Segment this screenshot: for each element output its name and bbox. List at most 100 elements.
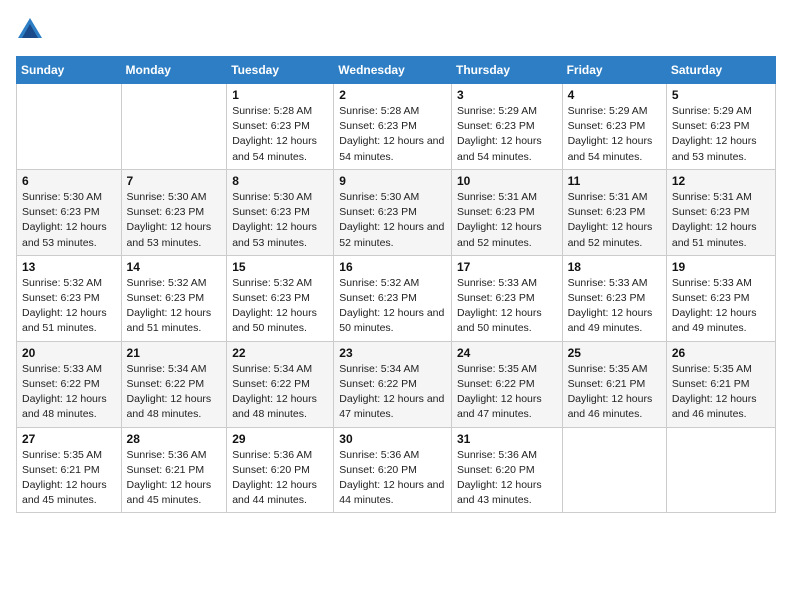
day-info: Sunrise: 5:36 AMSunset: 6:21 PMDaylight:… xyxy=(127,448,222,509)
calendar-cell xyxy=(562,427,666,513)
calendar-cell: 31 Sunrise: 5:36 AMSunset: 6:20 PMDayligh… xyxy=(451,427,562,513)
calendar-cell: 6Sunrise: 5:30 AMSunset: 6:23 PMDaylight… xyxy=(17,169,122,255)
calendar-cell: 2 Sunrise: 5:28 AMSunset: 6:23 PMDaylight… xyxy=(334,84,452,170)
day-number: 17 xyxy=(457,260,557,274)
day-info: Sunrise: 5:36 AMSunset: 6:20 PMDaylight:… xyxy=(232,448,328,509)
calendar-cell: 12 Sunrise: 5:31 AMSunset: 6:23 PMDayligh… xyxy=(666,169,775,255)
calendar-cell: 22 Sunrise: 5:34 AMSunset: 6:22 PMDayligh… xyxy=(227,341,334,427)
day-number: 31 xyxy=(457,432,557,446)
calendar-cell: 3Sunrise: 5:29 AMSunset: 6:23 PMDaylight… xyxy=(451,84,562,170)
weekday-header-saturday: Saturday xyxy=(666,57,775,84)
calendar-cell: 11 Sunrise: 5:31 AMSunset: 6:23 PMDayligh… xyxy=(562,169,666,255)
day-number: 30 xyxy=(339,432,446,446)
calendar-cell: 21 Sunrise: 5:34 AMSunset: 6:22 PMDayligh… xyxy=(121,341,227,427)
day-number: 20 xyxy=(22,346,116,360)
day-info: Sunrise: 5:34 AMSunset: 6:22 PMDaylight:… xyxy=(339,362,446,423)
calendar-cell: 18Sunrise: 5:33 AMSunset: 6:23 PMDayligh… xyxy=(562,255,666,341)
day-number: 10 xyxy=(457,174,557,188)
day-number: 2 xyxy=(339,88,446,102)
calendar-cell xyxy=(121,84,227,170)
day-number: 26 xyxy=(672,346,770,360)
calendar-week-1: 1 Sunrise: 5:28 AMSunset: 6:23 PMDaylight… xyxy=(17,84,776,170)
weekday-header-wednesday: Wednesday xyxy=(334,57,452,84)
day-number: 4 xyxy=(568,88,661,102)
day-number: 28 xyxy=(127,432,222,446)
weekday-header-sunday: Sunday xyxy=(17,57,122,84)
calendar-cell: 10 Sunrise: 5:31 AMSunset: 6:23 PMDayligh… xyxy=(451,169,562,255)
day-number: 19 xyxy=(672,260,770,274)
calendar-cell xyxy=(666,427,775,513)
day-number: 9 xyxy=(339,174,446,188)
day-number: 15 xyxy=(232,260,328,274)
day-number: 8 xyxy=(232,174,328,188)
calendar-cell: 20 Sunrise: 5:33 AMSunset: 6:22 PMDayligh… xyxy=(17,341,122,427)
day-info: Sunrise: 5:29 AMSunset: 6:23 PMDaylight:… xyxy=(457,104,557,165)
day-info: Sunrise: 5:35 AMSunset: 6:21 PMDaylight:… xyxy=(22,448,116,509)
day-info: Sunrise: 5:31 AMSunset: 6:23 PMDaylight:… xyxy=(457,190,557,251)
day-number: 22 xyxy=(232,346,328,360)
day-info: Sunrise: 5:34 AMSunset: 6:22 PMDaylight:… xyxy=(232,362,328,423)
weekday-header-tuesday: Tuesday xyxy=(227,57,334,84)
day-number: 21 xyxy=(127,346,222,360)
day-number: 5 xyxy=(672,88,770,102)
calendar-week-5: 27 Sunrise: 5:35 AMSunset: 6:21 PMDayligh… xyxy=(17,427,776,513)
day-info: Sunrise: 5:32 AMSunset: 6:23 PMDaylight:… xyxy=(232,276,328,337)
day-number: 23 xyxy=(339,346,446,360)
calendar-cell: 26 Sunrise: 5:35 AMSunset: 6:21 PMDayligh… xyxy=(666,341,775,427)
calendar-cell xyxy=(17,84,122,170)
weekday-header-friday: Friday xyxy=(562,57,666,84)
day-info: Sunrise: 5:32 AMSunset: 6:23 PMDaylight:… xyxy=(339,276,446,337)
day-info: Sunrise: 5:30 AMSunset: 6:23 PMDaylight:… xyxy=(339,190,446,251)
weekday-header-thursday: Thursday xyxy=(451,57,562,84)
day-info: Sunrise: 5:33 AMSunset: 6:22 PMDaylight:… xyxy=(22,362,116,423)
calendar-table: SundayMondayTuesdayWednesdayThursdayFrid… xyxy=(16,56,776,513)
day-info: Sunrise: 5:31 AMSunset: 6:23 PMDaylight:… xyxy=(672,190,770,251)
day-number: 24 xyxy=(457,346,557,360)
calendar-cell: 27 Sunrise: 5:35 AMSunset: 6:21 PMDayligh… xyxy=(17,427,122,513)
day-number: 16 xyxy=(339,260,446,274)
calendar-week-2: 6Sunrise: 5:30 AMSunset: 6:23 PMDaylight… xyxy=(17,169,776,255)
logo xyxy=(16,16,48,44)
calendar-cell: 17 Sunrise: 5:33 AMSunset: 6:23 PMDayligh… xyxy=(451,255,562,341)
day-info: Sunrise: 5:35 AMSunset: 6:21 PMDaylight:… xyxy=(568,362,661,423)
day-number: 25 xyxy=(568,346,661,360)
day-number: 12 xyxy=(672,174,770,188)
calendar-cell: 24 Sunrise: 5:35 AMSunset: 6:22 PMDayligh… xyxy=(451,341,562,427)
day-info: Sunrise: 5:36 AMSunset: 6:20 PMDaylight:… xyxy=(457,448,557,509)
calendar-cell: 30 Sunrise: 5:36 AMSunset: 6:20 PMDayligh… xyxy=(334,427,452,513)
day-info: Sunrise: 5:35 AMSunset: 6:21 PMDaylight:… xyxy=(672,362,770,423)
day-info: Sunrise: 5:28 AMSunset: 6:23 PMDaylight:… xyxy=(339,104,446,165)
day-info: Sunrise: 5:34 AMSunset: 6:22 PMDaylight:… xyxy=(127,362,222,423)
day-number: 11 xyxy=(568,174,661,188)
day-info: Sunrise: 5:30 AMSunset: 6:23 PMDaylight:… xyxy=(232,190,328,251)
calendar-cell: 23 Sunrise: 5:34 AMSunset: 6:22 PMDayligh… xyxy=(334,341,452,427)
calendar-cell: 1 Sunrise: 5:28 AMSunset: 6:23 PMDaylight… xyxy=(227,84,334,170)
day-info: Sunrise: 5:31 AMSunset: 6:23 PMDaylight:… xyxy=(568,190,661,251)
day-number: 14 xyxy=(127,260,222,274)
day-number: 1 xyxy=(232,88,328,102)
day-info: Sunrise: 5:28 AMSunset: 6:23 PMDaylight:… xyxy=(232,104,328,165)
day-number: 29 xyxy=(232,432,328,446)
calendar-cell: 16 Sunrise: 5:32 AMSunset: 6:23 PMDayligh… xyxy=(334,255,452,341)
calendar-cell: 29 Sunrise: 5:36 AMSunset: 6:20 PMDayligh… xyxy=(227,427,334,513)
day-info: Sunrise: 5:29 AMSunset: 6:23 PMDaylight:… xyxy=(672,104,770,165)
calendar-cell: 25 Sunrise: 5:35 AMSunset: 6:21 PMDayligh… xyxy=(562,341,666,427)
calendar-header: SundayMondayTuesdayWednesdayThursdayFrid… xyxy=(17,57,776,84)
day-info: Sunrise: 5:35 AMSunset: 6:22 PMDaylight:… xyxy=(457,362,557,423)
day-info: Sunrise: 5:32 AMSunset: 6:23 PMDaylight:… xyxy=(127,276,222,337)
calendar-cell: 15 Sunrise: 5:32 AMSunset: 6:23 PMDayligh… xyxy=(227,255,334,341)
calendar-week-4: 20 Sunrise: 5:33 AMSunset: 6:22 PMDayligh… xyxy=(17,341,776,427)
weekday-row: SundayMondayTuesdayWednesdayThursdayFrid… xyxy=(17,57,776,84)
day-info: Sunrise: 5:33 AMSunset: 6:23 PMDaylight:… xyxy=(457,276,557,337)
day-info: Sunrise: 5:33 AMSunset: 6:23 PMDaylight:… xyxy=(672,276,770,337)
day-info: Sunrise: 5:36 AMSunset: 6:20 PMDaylight:… xyxy=(339,448,446,509)
calendar-cell: 19 Sunrise: 5:33 AMSunset: 6:23 PMDayligh… xyxy=(666,255,775,341)
calendar-cell: 28 Sunrise: 5:36 AMSunset: 6:21 PMDayligh… xyxy=(121,427,227,513)
day-number: 7 xyxy=(127,174,222,188)
day-number: 27 xyxy=(22,432,116,446)
calendar-cell: 8 Sunrise: 5:30 AMSunset: 6:23 PMDaylight… xyxy=(227,169,334,255)
day-info: Sunrise: 5:30 AMSunset: 6:23 PMDaylight:… xyxy=(127,190,222,251)
logo-icon xyxy=(16,16,44,44)
calendar-week-3: 13Sunrise: 5:32 AMSunset: 6:23 PMDayligh… xyxy=(17,255,776,341)
day-info: Sunrise: 5:30 AMSunset: 6:23 PMDaylight:… xyxy=(22,190,116,251)
